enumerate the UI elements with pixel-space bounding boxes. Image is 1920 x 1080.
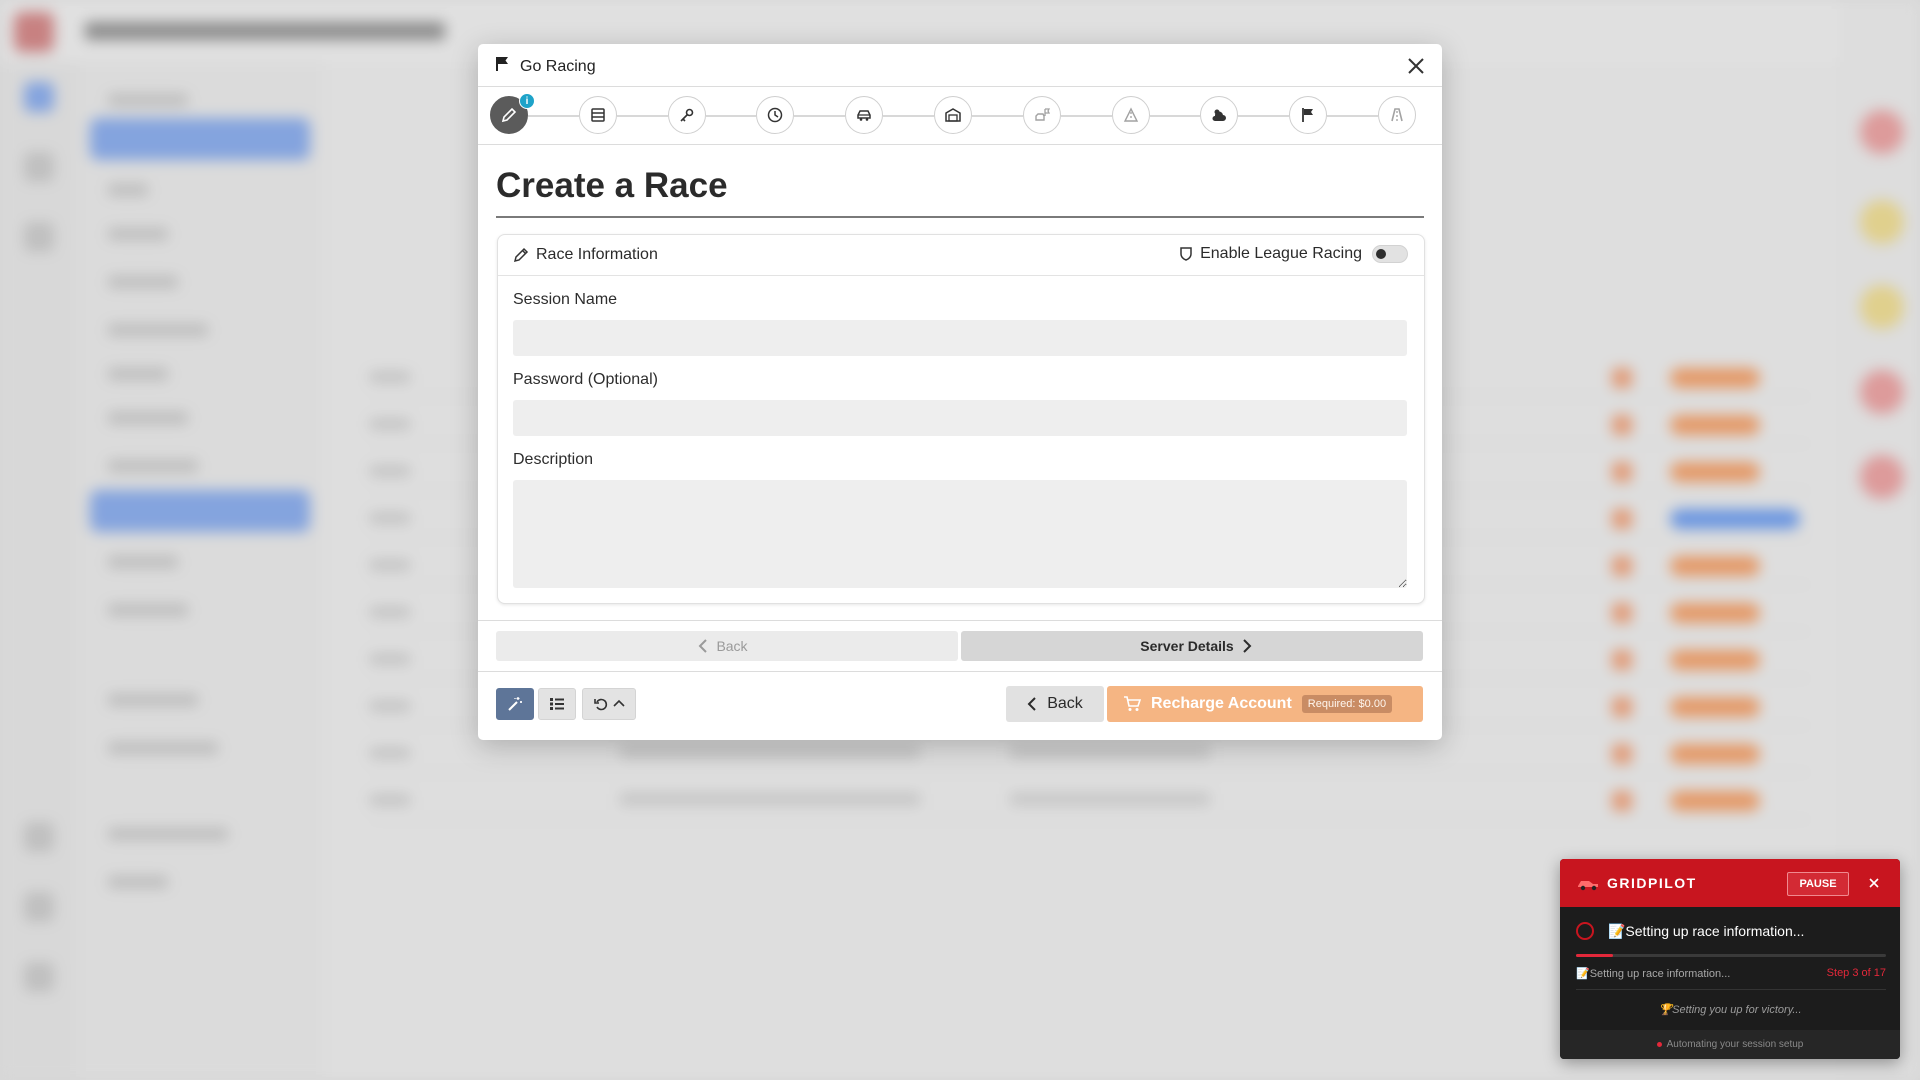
wizard-step-4[interactable]	[756, 96, 795, 134]
step-connector	[1060, 115, 1112, 117]
description-textarea[interactable]	[513, 480, 1407, 588]
pencil-icon	[513, 247, 529, 263]
gridpilot-title: GRIDPILOT	[1607, 875, 1697, 891]
gridpilot-status: 📝Setting up race information...	[1608, 923, 1805, 939]
spinner-icon	[1576, 922, 1594, 940]
step-connector	[1327, 115, 1378, 117]
wizard-step-7[interactable]	[1022, 96, 1061, 134]
key-icon	[680, 108, 693, 122]
step-connector	[1238, 115, 1290, 117]
flag-icon	[494, 55, 512, 78]
gridpilot-footer: Automating your session setup	[1560, 1030, 1900, 1059]
gridpilot-footer-text: Automating your session setup	[1560, 1039, 1900, 1050]
status-dot-icon	[1656, 1041, 1662, 1047]
step-connector	[616, 115, 668, 117]
gridpilot-panel: GRIDPILOT PAUSE 📝Setting up race informa…	[1560, 859, 1900, 1059]
garage-icon	[945, 108, 961, 122]
password-input[interactable]	[513, 400, 1407, 436]
step-connector	[528, 115, 579, 117]
step-connector	[794, 115, 846, 117]
close-icon	[1869, 878, 1879, 888]
server-icon	[591, 108, 605, 122]
password-label: Password (Optional)	[513, 371, 658, 388]
wizard-stepper: i	[478, 86, 1442, 145]
wizard-step-10[interactable]	[1289, 96, 1328, 134]
flag-icon	[1302, 108, 1314, 122]
wizard-step-2[interactable]	[578, 96, 617, 134]
card-header: Race Information Enable League Racing	[498, 235, 1424, 276]
heading-divider	[496, 216, 1424, 218]
car-icon	[857, 110, 871, 121]
shield-icon	[1180, 247, 1192, 261]
gridpilot-header: GRIDPILOT PAUSE	[1560, 859, 1900, 907]
gridpilot-progress-bar	[1576, 954, 1886, 957]
wizard-step-1[interactable]: i	[490, 93, 535, 134]
gridpilot-tagline: 🏆Setting you up for victory...	[1658, 1004, 1802, 1016]
clock-icon	[768, 107, 783, 123]
back-button[interactable]: Back	[1006, 686, 1104, 722]
pause-button[interactable]: PAUSE	[1787, 872, 1849, 896]
required-badge: Required: $0.00	[1301, 695, 1393, 713]
magic-wand-icon	[508, 697, 522, 711]
undo-icon	[594, 698, 608, 711]
wizard-step-8[interactable]	[1111, 96, 1150, 134]
car-flag-icon	[1035, 108, 1050, 121]
league-racing-toggle[interactable]	[1372, 245, 1408, 263]
chevron-left-icon	[1027, 697, 1036, 711]
session-name-input[interactable]	[513, 320, 1407, 356]
gridpilot-progress-fill	[1576, 954, 1614, 957]
card-title: Race Information	[513, 246, 658, 264]
wizard-nav: Back Server Details	[478, 620, 1442, 672]
recharge-label: Recharge Account	[1151, 695, 1292, 712]
dialog-title: Go Racing	[520, 57, 596, 75]
cart-icon	[1124, 696, 1141, 711]
league-racing-control: Enable League Racing	[1178, 245, 1408, 263]
description-label: Description	[513, 451, 594, 468]
gridpilot-substatus: 📝Setting up race information...	[1576, 968, 1731, 980]
gridpilot-close-button[interactable]	[1864, 873, 1884, 893]
back-label: Back	[1047, 695, 1083, 712]
chevron-right-icon	[1242, 639, 1252, 653]
wizard-back-button[interactable]: Back	[496, 631, 958, 661]
race-car-icon	[1578, 881, 1598, 891]
close-icon	[1408, 58, 1424, 74]
wizard-step-5[interactable]	[845, 96, 884, 134]
league-racing-label: Enable League Racing	[1200, 245, 1362, 262]
list-icon	[550, 698, 564, 710]
gridpilot-footer-label: Automating your session setup	[1666, 1039, 1804, 1050]
autofill-button[interactable]	[496, 688, 534, 720]
dialog-header: Go Racing	[478, 44, 1442, 87]
weather-icon	[1212, 109, 1227, 121]
wizard-step-9[interactable]	[1200, 96, 1239, 134]
server-details-label: Server Details	[1140, 638, 1234, 654]
wizard-step-3[interactable]	[667, 96, 706, 134]
road-icon	[1123, 107, 1138, 122]
close-button[interactable]	[1404, 54, 1428, 78]
server-details-button[interactable]: Server Details	[961, 631, 1423, 661]
dialog-title-wrap: Go Racing	[494, 55, 596, 78]
step-connector	[705, 115, 757, 117]
undo-history-button[interactable]	[582, 688, 636, 720]
toggle-knob	[1376, 249, 1386, 259]
step-connector	[972, 115, 1023, 117]
step-connector	[883, 115, 934, 117]
gridpilot-step-count: Step 3 of 17	[1826, 967, 1886, 979]
gridpilot-divider	[1576, 989, 1886, 990]
step-connector	[1149, 115, 1201, 117]
go-racing-dialog: Go Racing i Create a Race Race Informati…	[478, 44, 1442, 740]
wizard-step-6[interactable]	[934, 96, 972, 134]
chevron-left-icon	[699, 639, 708, 653]
session-name-label: Session Name	[513, 291, 618, 308]
wizard-back-label: Back	[716, 638, 748, 654]
list-view-button[interactable]	[538, 688, 576, 720]
track-icon	[1391, 108, 1403, 122]
wizard-step-11[interactable]	[1378, 96, 1416, 134]
chevron-up-icon	[613, 699, 625, 707]
recharge-account-button[interactable]: Recharge Account Required: $0.00	[1107, 686, 1423, 722]
info-badge: i	[519, 93, 535, 109]
race-information-card: Race Information Enable League Racing Se…	[497, 234, 1425, 604]
card-title-label: Race Information	[536, 246, 658, 263]
pencil-icon	[501, 107, 517, 123]
page-title: Create a Race	[496, 166, 728, 205]
